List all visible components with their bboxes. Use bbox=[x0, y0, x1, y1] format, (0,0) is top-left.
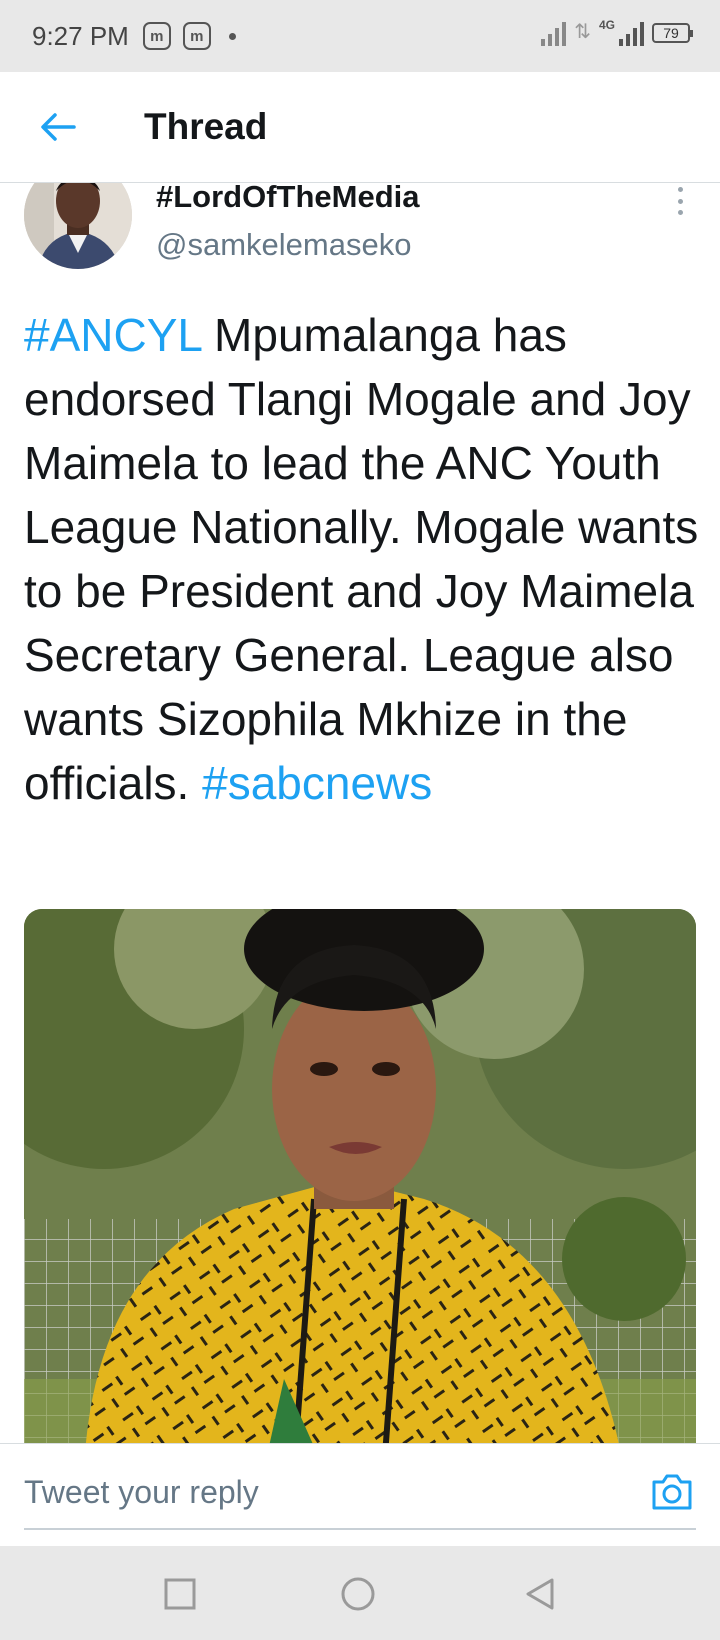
tweet: #LordOfTheMedia @samkelemaseko #ANCYL Mp… bbox=[0, 183, 720, 1443]
photo bbox=[24, 909, 696, 1443]
tweet-text: #ANCYL Mpumalanga has endorsed Tlangi Mo… bbox=[24, 303, 700, 815]
signal-icon bbox=[541, 18, 567, 46]
reply-bar bbox=[0, 1443, 720, 1547]
circle-icon bbox=[341, 1577, 375, 1611]
notification-app-icon: m bbox=[182, 22, 211, 50]
hashtag-link[interactable]: #sabcnews bbox=[202, 757, 432, 809]
network-type: 4G bbox=[598, 18, 615, 32]
app-header: Thread bbox=[0, 72, 720, 183]
triangle-back-icon bbox=[526, 1578, 554, 1610]
more-vertical-icon[interactable] bbox=[670, 183, 690, 219]
back-nav-button[interactable] bbox=[522, 1576, 558, 1612]
camera-icon[interactable] bbox=[650, 1472, 694, 1512]
reply-input[interactable] bbox=[24, 1456, 696, 1530]
tweet-media-image[interactable] bbox=[24, 909, 696, 1443]
status-indicators: ⇅ 4G 79 bbox=[541, 18, 693, 46]
square-icon bbox=[164, 1578, 196, 1610]
battery-icon: 79 bbox=[652, 23, 693, 43]
system-nav-bar bbox=[0, 1546, 720, 1640]
hashtag-link[interactable]: #ANCYL bbox=[24, 309, 201, 361]
page-title: Thread bbox=[144, 106, 268, 147]
notification-dot-icon bbox=[228, 32, 236, 40]
recents-button[interactable] bbox=[162, 1576, 198, 1612]
back-button[interactable] bbox=[34, 103, 82, 151]
notification-app-icon: m bbox=[142, 22, 171, 50]
avatar-image bbox=[24, 183, 132, 269]
status-bar: 9:27 PM m m ⇅ 4G 79 bbox=[0, 0, 720, 72]
tweet-body-text: Mpumalanga has endorsed Tlangi Mogale an… bbox=[24, 309, 699, 809]
display-name[interactable]: #LordOfTheMedia bbox=[156, 183, 420, 215]
home-button[interactable] bbox=[340, 1576, 376, 1612]
data-arrows-icon: ⇅ bbox=[574, 21, 591, 43]
arrow-left-icon bbox=[41, 113, 76, 141]
status-time: 9:27 PM bbox=[32, 20, 129, 51]
avatar[interactable] bbox=[24, 183, 132, 269]
signal-strength-icon bbox=[619, 18, 644, 46]
user-handle[interactable]: @samkelemaseko bbox=[156, 227, 411, 263]
